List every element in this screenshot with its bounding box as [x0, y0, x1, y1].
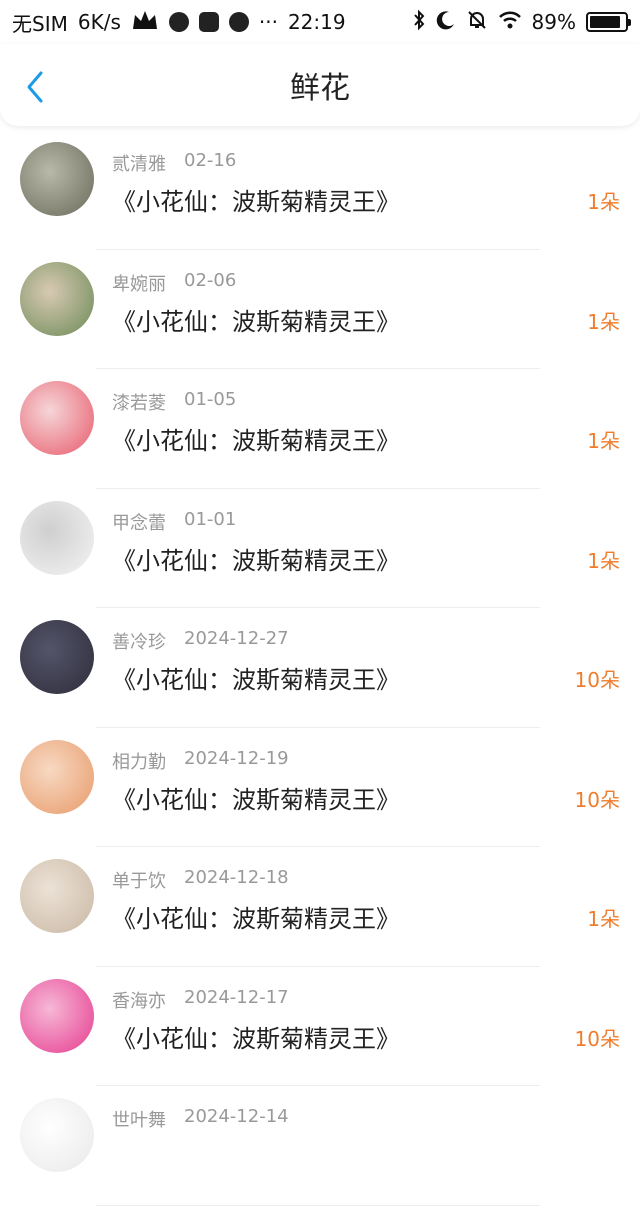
avatar[interactable] — [20, 261, 94, 336]
status-bar: 无SIM 6K/s ··· 22:19 89% — [0, 0, 640, 44]
book-title: 《小花仙：波斯菊精灵王》 — [112, 427, 400, 455]
avatar[interactable] — [20, 142, 94, 216]
list-item[interactable]: 漆若菱 01-05 《小花仙：波斯菊精灵王》 1朵 — [0, 369, 640, 489]
battery-percent: 89% — [531, 10, 576, 34]
date-text: 01-05 — [184, 389, 237, 410]
user-name: 世叶舞 — [112, 1110, 166, 1131]
row-meta: 单于饮 2024-12-18 — [112, 867, 289, 893]
user-name: 相力勤 — [112, 751, 166, 773]
list-item[interactable]: 卑婉丽 02-06 《小花仙：波斯菊精灵王》 1朵 — [0, 250, 640, 369]
flower-count: 10朵 — [574, 1026, 620, 1051]
gift-list: 贰清雅 02-16 《小花仙：波斯菊精灵王》 1朵 卑婉丽 02-06 《小花仙：波斯菊精灵… — [0, 130, 640, 1206]
flower-count: 10朵 — [574, 787, 620, 812]
book-title: 《小花仙：波斯菊精灵王》 — [112, 666, 400, 694]
battery-fill — [590, 16, 621, 28]
date-text: 2024-12-19 — [184, 747, 289, 769]
nav-bar: 鲜花 — [0, 44, 640, 126]
mute-bell-icon — [466, 9, 488, 36]
flower-count: 1朵 — [587, 309, 620, 334]
list-item[interactable]: 单于饮 2024-12-18 《小花仙：波斯菊精灵王》 1朵 — [0, 847, 640, 967]
flower-count: 10朵 — [574, 668, 620, 692]
book-title: 《小花仙：波斯菊精灵王》 — [112, 188, 400, 216]
avatar[interactable] — [20, 978, 94, 1053]
battery-icon — [586, 12, 631, 32]
moon-icon — [436, 10, 456, 35]
crown-icon — [131, 9, 159, 36]
avatar[interactable] — [20, 739, 94, 814]
back-button[interactable] — [18, 70, 52, 104]
wifi-icon — [498, 10, 522, 35]
date-text: 2024-12-14 — [184, 1106, 289, 1127]
date-text: 02-06 — [184, 269, 237, 291]
book-title: 《小花仙：波斯菊精灵王》 — [112, 785, 400, 814]
date-text: 2024-12-27 — [184, 628, 289, 649]
row-meta: 甲念蕾 01-01 — [112, 509, 236, 535]
book-title: 《小花仙：波斯菊精灵王》 — [112, 905, 400, 933]
list-item[interactable]: 善冷珍 2024-12-27 《小花仙：波斯菊精灵王》 10朵 — [0, 608, 640, 728]
network-speed: 6K/s — [77, 10, 121, 34]
avatar[interactable] — [20, 1098, 94, 1172]
flower-count: 1朵 — [587, 907, 620, 931]
avatar[interactable] — [20, 500, 94, 575]
chevron-left-icon — [27, 71, 43, 103]
row-meta: 卑婉丽 02-06 — [112, 270, 236, 296]
user-name: 香海亦 — [112, 990, 166, 1012]
list-item[interactable]: 香海亦 2024-12-17 《小花仙：波斯菊精灵王》 10朵 — [0, 967, 640, 1086]
play-notification-icon — [228, 12, 249, 32]
row-meta: 世叶舞 2024-12-14 — [112, 1106, 289, 1132]
flower-count: 1朵 — [587, 429, 620, 453]
avatar[interactable] — [20, 859, 94, 933]
divider — [96, 1204, 540, 1206]
row-meta: 相力勤 2024-12-19 — [112, 748, 289, 774]
list-item[interactable]: 相力勤 2024-12-19 《小花仙：波斯菊精灵王》 10朵 — [0, 728, 640, 847]
more-notifications-icon: ··· — [258, 10, 278, 34]
clock: 22:19 — [287, 10, 346, 34]
avatar[interactable] — [20, 620, 94, 694]
book-title: 《小花仙：波斯菊精灵王》 — [112, 307, 400, 336]
flower-count: 1朵 — [587, 190, 620, 214]
user-name: 贰清雅 — [112, 154, 166, 175]
list-item[interactable]: 世叶舞 2024-12-14 — [0, 1086, 640, 1206]
bluetooth-icon — [412, 9, 426, 36]
list-item[interactable]: 贰清雅 02-16 《小花仙：波斯菊精灵王》 1朵 — [0, 130, 640, 250]
list-item[interactable]: 甲念蕾 01-01 《小花仙：波斯菊精灵王》 1朵 — [0, 489, 640, 608]
user-name: 单于饮 — [112, 871, 166, 892]
user-name: 善冷珍 — [112, 632, 166, 653]
user-name: 甲念蕾 — [112, 512, 166, 534]
avatar[interactable] — [20, 381, 94, 455]
date-text: 02-16 — [184, 150, 237, 171]
date-text: 2024-12-17 — [184, 986, 289, 1008]
app-notification-icon — [198, 12, 219, 32]
date-text: 2024-12-18 — [184, 867, 289, 888]
book-title: 《小花仙：波斯菊精灵王》 — [112, 1024, 400, 1053]
row-meta: 漆若菱 01-05 — [112, 389, 236, 415]
date-text: 01-01 — [184, 508, 237, 530]
user-name: 漆若菱 — [112, 393, 166, 414]
row-meta: 香海亦 2024-12-17 — [112, 987, 289, 1013]
row-meta: 善冷珍 2024-12-27 — [112, 628, 289, 654]
row-meta: 贰清雅 02-16 — [112, 150, 236, 176]
flower-count: 1朵 — [587, 548, 620, 573]
app-notification-icon — [168, 12, 189, 32]
page-title: 鲜花 — [290, 71, 350, 106]
book-title: 《小花仙：波斯菊精灵王》 — [112, 546, 400, 575]
carrier-text: 无SIM — [12, 11, 68, 36]
user-name: 卑婉丽 — [112, 273, 166, 295]
